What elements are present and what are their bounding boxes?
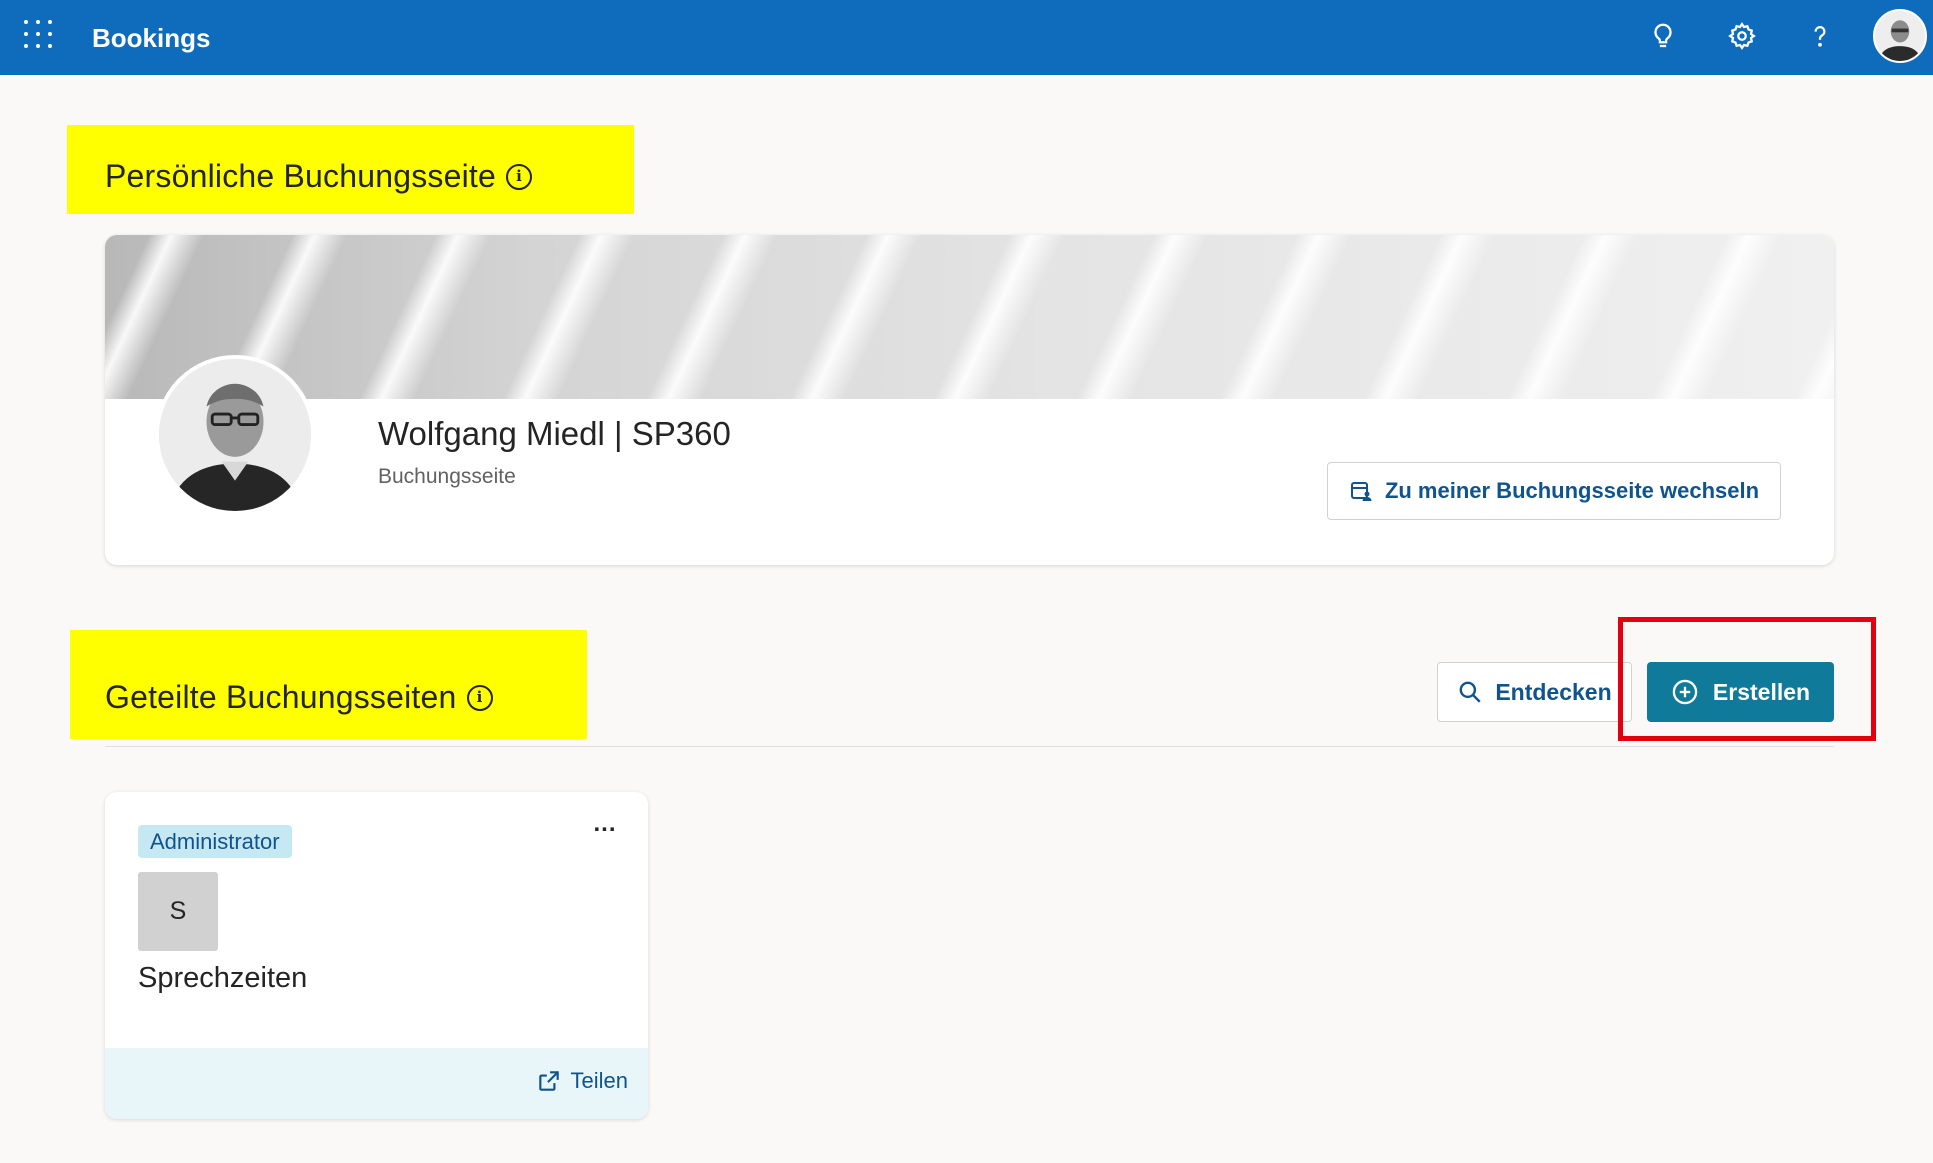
discover-button-label: Entdecken — [1495, 678, 1612, 705]
personal-section-heading: Persönliche Buchungsseite i — [67, 125, 634, 214]
section-divider — [105, 746, 1834, 747]
share-button[interactable]: Teilen — [536, 1068, 628, 1094]
app-title[interactable]: Bookings — [92, 23, 210, 54]
info-icon[interactable]: i — [466, 684, 493, 711]
lightbulb-icon[interactable] — [1643, 16, 1683, 56]
role-badge: Administrator — [138, 825, 292, 858]
owner-name: Wolfgang Miedl | SP360 — [378, 415, 731, 452]
switch-to-booking-page-button[interactable]: Zu meiner Buchungsseite wechseln — [1327, 462, 1781, 520]
shared-booking-card[interactable]: Administrator ... S Sprechzeiten Teilen — [105, 792, 648, 1119]
info-icon[interactable]: i — [506, 163, 533, 190]
app-launcher-icon[interactable] — [24, 20, 52, 48]
profile-photo — [155, 355, 315, 515]
user-avatar[interactable] — [1873, 9, 1927, 63]
personal-booking-card: Wolfgang Miedl | SP360 Buchungsseite Zu … — [105, 235, 1834, 565]
share-button-label: Teilen — [570, 1068, 628, 1093]
app-header: Bookings — [0, 0, 1933, 75]
help-icon[interactable] — [1800, 16, 1840, 56]
booking-page-title[interactable]: Sprechzeiten — [138, 962, 307, 995]
more-options-button[interactable]: ... — [585, 810, 625, 840]
owner-subtitle: Buchungsseite — [378, 465, 516, 488]
gear-icon[interactable] — [1722, 16, 1762, 56]
card-banner — [105, 235, 1834, 399]
booking-page-initial-tile: S — [138, 872, 218, 951]
annotation-highlight-box — [1618, 617, 1876, 741]
discover-button[interactable]: Entdecken — [1437, 662, 1632, 722]
calendar-person-icon — [1350, 482, 1372, 501]
search-icon — [1459, 681, 1481, 703]
switch-button-label: Zu meiner Buchungsseite wechseln — [1384, 478, 1760, 503]
card-footer: Teilen — [105, 1048, 648, 1119]
share-icon — [538, 1071, 559, 1091]
personal-section-title: Persönliche Buchungsseite — [105, 158, 497, 194]
shared-section-title: Geteilte Buchungsseiten — [105, 679, 457, 715]
shared-section-heading: Geteilte Buchungsseiten i — [70, 630, 587, 739]
